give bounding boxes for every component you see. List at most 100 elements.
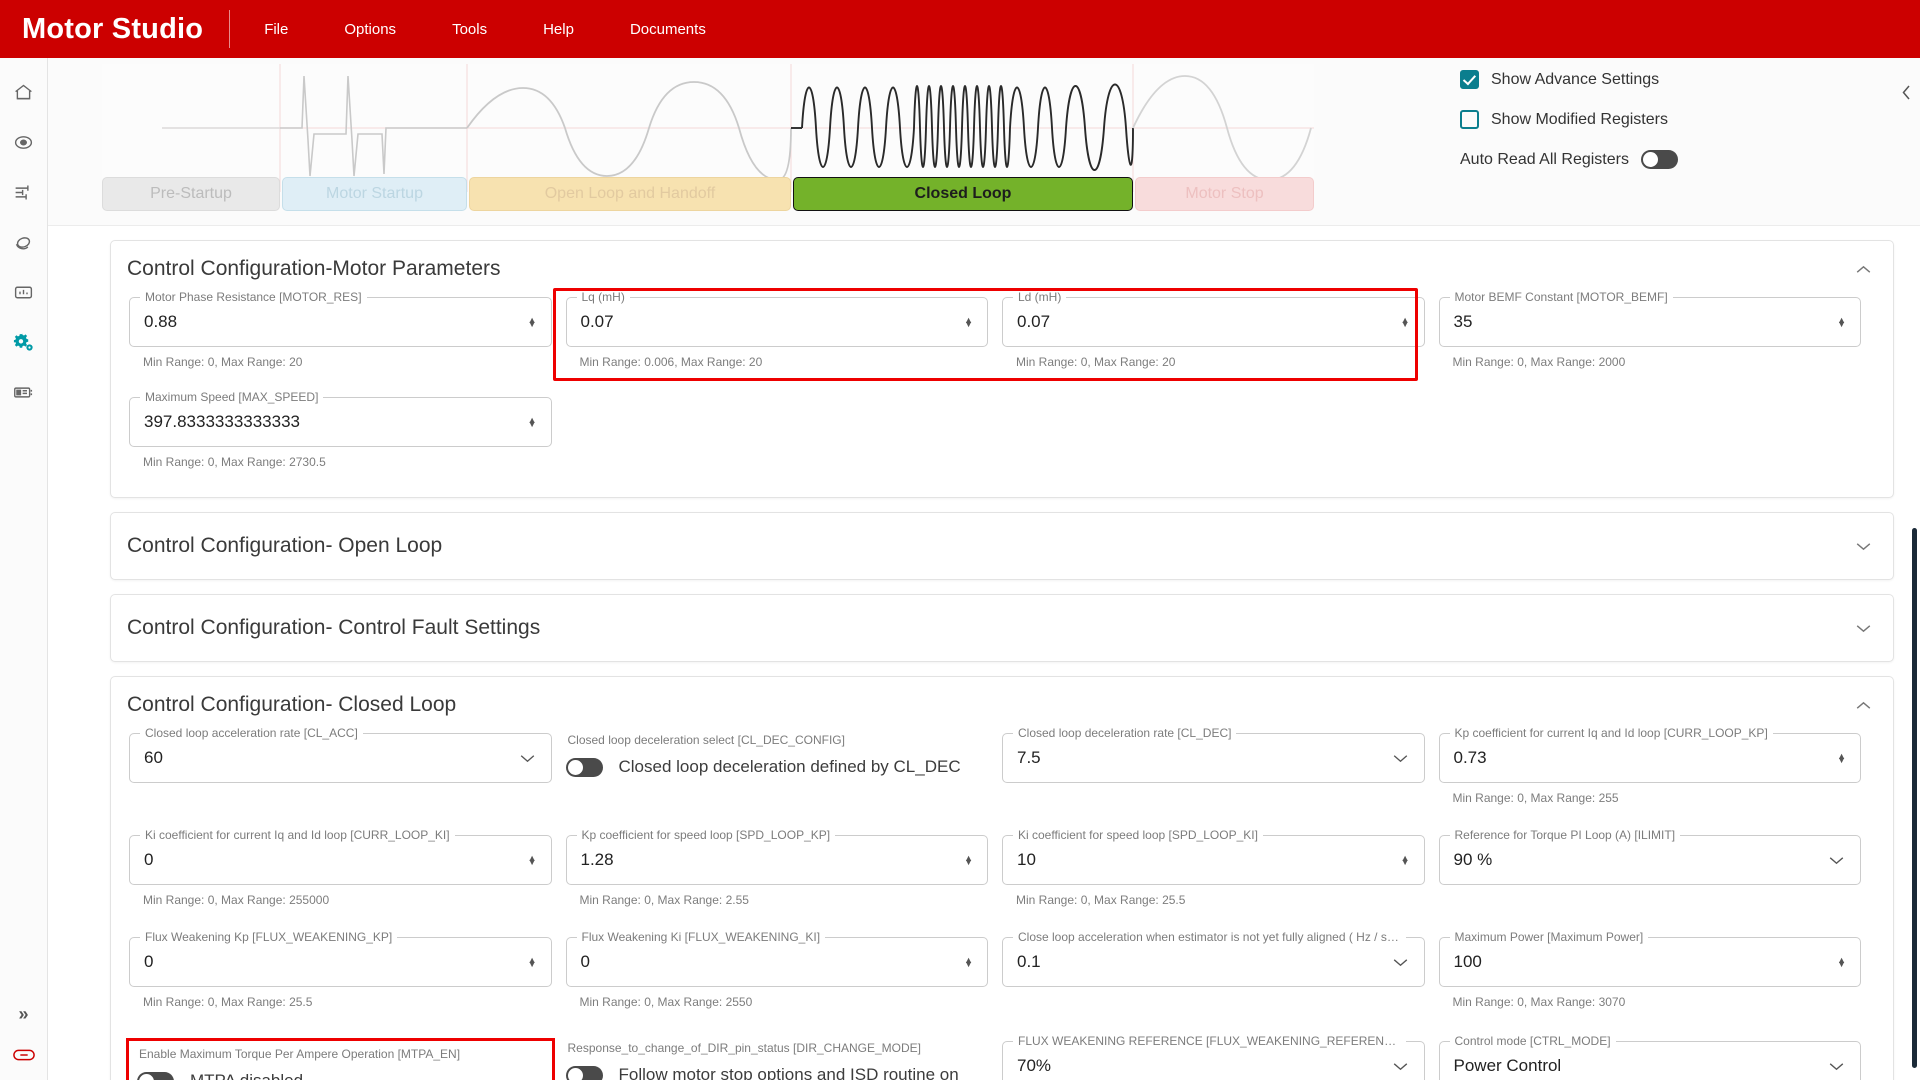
field-value-ctrl-mode[interactable]: Power Control [1454,1056,1830,1076]
chevron-down-icon[interactable] [1393,1058,1414,1075]
spinner-maximum-power[interactable]: ▲▼ [1837,960,1850,964]
field-value-flux-weakening-reference[interactable]: 70% [1017,1056,1393,1076]
field-value-close-loop-accel-estimator[interactable]: 0.1 [1017,952,1393,972]
toggle-dir-change-mode[interactable] [566,1066,603,1080]
auto-read-all-registers-toggle[interactable] [1641,150,1678,169]
chevron-up-icon[interactable] [1856,262,1871,277]
chevron-down-icon[interactable] [1856,539,1871,554]
menu-item-help[interactable]: Help [521,15,596,44]
toggle-row-dir-change-mode[interactable]: Follow motor stop options and ISD routin… [566,1064,989,1080]
toggle-cl-dec-config[interactable] [566,758,603,777]
field-box-ilimit[interactable]: 90 % [1439,835,1862,885]
field-box-motor-bemf-constant[interactable]: 35 ▲▼ [1439,297,1862,347]
menu-item-tools[interactable]: Tools [430,15,509,44]
settings-scroll-area[interactable]: Control Configuration-Motor Parameters 0… [48,226,1920,1080]
spinner-curr-loop-ki[interactable]: ▲▼ [528,858,541,862]
card-header-open-loop[interactable]: Control Configuration- Open Loop [111,513,1893,579]
stage-tab-motor-startup[interactable]: Motor Startup [282,177,467,211]
show-modified-registers-checkbox[interactable] [1460,110,1479,129]
spinner-spd-loop-kp[interactable]: ▲▼ [964,858,977,862]
chevron-down-icon[interactable] [1856,621,1871,636]
field-value-ld[interactable]: 0.07 [1017,312,1401,332]
menu-item-options[interactable]: Options [322,15,418,44]
chevron-up-icon[interactable] [1856,698,1871,713]
home-icon[interactable] [7,72,41,112]
field-value-curr-loop-ki[interactable]: 0 [144,850,528,870]
field-box-maximum-speed[interactable]: 397.8333333333333 ▲▼ [129,397,552,447]
spinner-spd-loop-ki[interactable]: ▲▼ [1401,858,1414,862]
register-icon[interactable] [7,372,41,412]
link-icon[interactable] [13,1047,35,1066]
field-cl-acc: 60 Closed loop acceleration rate [CL_ACC… [129,733,552,783]
field-value-cl-acc[interactable]: 60 [144,748,520,768]
spinner-maximum-speed[interactable]: ▲▼ [528,420,541,424]
field-value-spd-loop-ki[interactable]: 10 [1017,850,1401,870]
collapse-panel-icon[interactable] [1900,84,1913,104]
field-value-curr-loop-kp[interactable]: 0.73 [1454,748,1838,768]
stage-tab-open-loop-and-handoff[interactable]: Open Loop and Handoff [469,177,791,211]
spinner-flux-weakening-kp[interactable]: ▲▼ [528,960,541,964]
card-header-control-fault-settings[interactable]: Control Configuration- Control Fault Set… [111,595,1893,661]
field-value-lq[interactable]: 0.07 [581,312,965,332]
toggle-knob [568,1068,583,1080]
show-advance-settings-row[interactable]: Show Advance Settings [1460,70,1678,89]
field-box-ld[interactable]: 0.07 ▲▼ [1002,297,1425,347]
field-value-flux-weakening-ki[interactable]: 0 [581,952,965,972]
toggle-mtpa-en[interactable] [137,1072,174,1080]
stage-tab-pre-startup[interactable]: Pre-Startup [102,177,280,211]
card-title-open-loop: Control Configuration- Open Loop [127,534,442,558]
spin-icon[interactable] [7,222,41,262]
spinner-lq[interactable]: ▲▼ [964,320,977,324]
field-value-motor-phase-resistance[interactable]: 0.88 [144,312,528,332]
spinner-ld[interactable]: ▲▼ [1401,320,1414,324]
field-label-flux-weakening-ki: Flux Weakening Ki [FLUX_WEAKENING_KI] [577,930,826,944]
field-box-motor-phase-resistance[interactable]: 0.88 ▲▼ [129,297,552,347]
field-box-maximum-power[interactable]: 100 ▲▼ [1439,937,1862,987]
field-value-cl-dec[interactable]: 7.5 [1017,748,1393,768]
field-value-motor-bemf-constant[interactable]: 35 [1454,312,1838,332]
field-box-cl-dec[interactable]: 7.5 [1002,733,1425,783]
field-value-spd-loop-kp[interactable]: 1.28 [581,850,965,870]
chevron-down-icon[interactable] [520,750,541,767]
chevron-down-icon[interactable] [1829,852,1850,869]
card-header-motor-parameters[interactable]: Control Configuration-Motor Parameters [111,241,1893,295]
field-cell-ilimit: 90 % Reference for Torque PI Loop (A) [I… [1439,835,1876,917]
field-box-spd-loop-kp[interactable]: 1.28 ▲▼ [566,835,989,885]
show-modified-registers-row[interactable]: Show Modified Registers [1460,110,1678,129]
menu-item-file[interactable]: File [242,15,310,44]
field-value-flux-weakening-kp[interactable]: 0 [144,952,528,972]
stage-tab-motor-stop[interactable]: Motor Stop [1135,177,1314,211]
sliders-icon[interactable] [7,172,41,212]
vertical-scrollbar-thumb[interactable] [1912,528,1917,1068]
stage-tab-closed-loop[interactable]: Closed Loop [793,177,1133,211]
expand-rail-icon[interactable]: » [18,1004,28,1025]
field-box-curr-loop-ki[interactable]: 0 ▲▼ [129,835,552,885]
chart-icon[interactable] [7,272,41,312]
chevron-down-icon[interactable] [1829,1058,1850,1075]
toggle-row-mtpa-en[interactable]: MTPA disabled [137,1070,544,1080]
gears-icon[interactable] [7,322,41,362]
field-box-lq[interactable]: 0.07 ▲▼ [566,297,989,347]
spinner-curr-loop-kp[interactable]: ▲▼ [1837,756,1850,760]
spinner-flux-weakening-ki[interactable]: ▲▼ [964,960,977,964]
field-box-cl-acc[interactable]: 60 [129,733,552,783]
chevron-down-icon[interactable] [1393,954,1414,971]
field-value-maximum-speed[interactable]: 397.8333333333333 [144,412,528,432]
spinner-motor-bemf-constant[interactable]: ▲▼ [1837,320,1850,324]
field-box-flux-weakening-kp[interactable]: 0 ▲▼ [129,937,552,987]
card-header-closed-loop[interactable]: Control Configuration- Closed Loop [111,677,1893,731]
field-box-curr-loop-kp[interactable]: 0.73 ▲▼ [1439,733,1862,783]
chevron-down-icon[interactable] [1393,750,1414,767]
auto-read-all-registers-row[interactable]: Auto Read All Registers [1460,150,1678,169]
target-icon[interactable] [7,122,41,162]
spinner-motor-phase-resistance[interactable]: ▲▼ [528,320,541,324]
show-advance-settings-checkbox[interactable] [1460,70,1479,89]
field-value-maximum-power[interactable]: 100 [1454,952,1838,972]
field-box-flux-weakening-ki[interactable]: 0 ▲▼ [566,937,989,987]
toggle-row-cl-dec-config[interactable]: Closed loop deceleration defined by CL_D… [566,756,989,779]
field-value-ilimit[interactable]: 90 % [1454,850,1830,870]
field-box-close-loop-accel-estimator[interactable]: 0.1 [1002,937,1425,987]
field-hint-flux-weakening-ki: Min Range: 0, Max Range: 2550 [580,995,989,1009]
menu-item-documents[interactable]: Documents [608,15,728,44]
field-box-spd-loop-ki[interactable]: 10 ▲▼ [1002,835,1425,885]
